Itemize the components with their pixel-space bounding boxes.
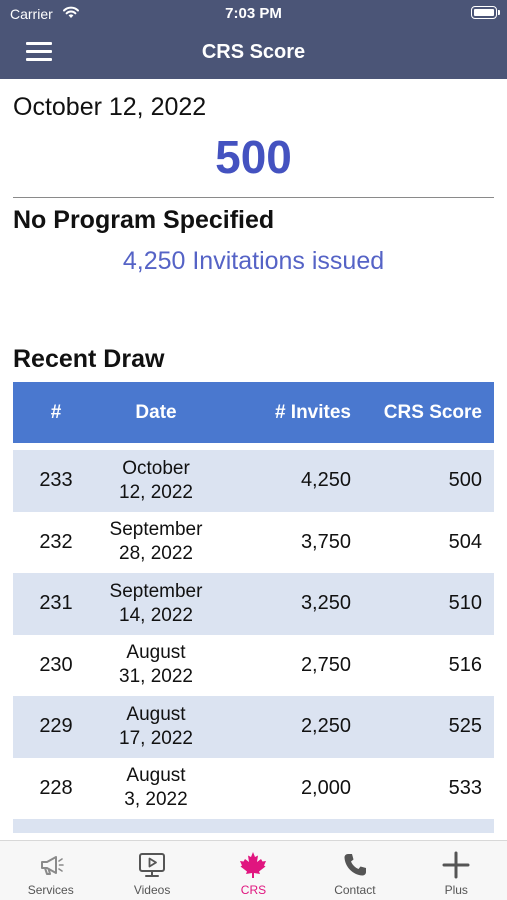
cell-number: 231 xyxy=(39,592,73,615)
plus-icon xyxy=(442,851,470,879)
megaphone-icon xyxy=(40,856,64,875)
tab-services[interactable]: Services xyxy=(0,841,101,900)
cell-invites: 4,250 xyxy=(300,469,351,492)
column-header-crs-score: CRS Score xyxy=(383,401,482,423)
table-row[interactable]: 231 September 14, 2022 3,250 510 xyxy=(13,573,494,635)
maple-leaf-icon xyxy=(240,852,267,878)
program-label: No Program Specified xyxy=(13,206,275,234)
column-header-invites: # Invites xyxy=(274,401,351,423)
cell-crs-score: 504 xyxy=(448,530,482,553)
table-row[interactable]: 230 August 31, 2022 2,750 516 xyxy=(13,635,494,697)
cell-number: 230 xyxy=(39,653,73,676)
cell-date-line1: October xyxy=(122,457,190,479)
table-body: 233 October 12, 2022 4,250 500 232 Septem… xyxy=(13,450,494,833)
tab-plus[interactable]: Plus xyxy=(406,841,507,900)
recent-draw-heading: Recent Draw xyxy=(13,345,165,373)
tab-label: Plus xyxy=(444,883,468,897)
cell-crs-score: 525 xyxy=(448,715,482,738)
tab-label: Services xyxy=(27,883,74,897)
navigation-bar: CRS Score xyxy=(0,28,507,79)
tab-videos[interactable]: Videos xyxy=(101,841,202,900)
page-title: CRS Score xyxy=(201,41,306,63)
cell-invites: 2,250 xyxy=(300,715,351,738)
cell-date-line2: 28, 2022 xyxy=(119,543,193,565)
invitations-issued: 4,250 Invitations issued xyxy=(122,247,385,275)
tab-bar: Services Videos CRS Contact Plus xyxy=(0,840,507,900)
divider xyxy=(13,197,494,198)
cell-date-line1: September xyxy=(109,519,203,541)
table-header: # Date # Invites CRS Score xyxy=(13,382,494,443)
cell-date-line1: August xyxy=(126,703,186,725)
tab-contact[interactable]: Contact xyxy=(304,841,405,900)
latest-crs-score: 500 xyxy=(215,131,292,183)
cell-invites: 3,750 xyxy=(300,530,351,553)
cell-invites: 3,250 xyxy=(300,592,351,615)
table-row-partial xyxy=(13,819,494,833)
recent-draws-table: # Date # Invites CRS Score 233 October 12… xyxy=(13,382,494,833)
cell-date-line2: 31, 2022 xyxy=(119,666,193,688)
cell-date-line2: 14, 2022 xyxy=(119,604,193,626)
cell-date: October 12, 2022 xyxy=(99,450,213,512)
cell-date-line2: 17, 2022 xyxy=(119,727,193,749)
cell-date-line1: August xyxy=(126,642,186,664)
column-header-date: Date xyxy=(135,401,177,423)
cell-crs-score: 516 xyxy=(448,653,482,676)
phone-icon xyxy=(344,854,366,876)
cell-date: August 31, 2022 xyxy=(99,635,213,697)
cell-crs-score: 500 xyxy=(448,469,482,492)
status-time: 7:03 PM xyxy=(225,5,282,22)
cell-number: 229 xyxy=(39,715,73,738)
cell-invites: 2,750 xyxy=(300,653,351,676)
cell-date: September 28, 2022 xyxy=(99,512,213,574)
cell-date: September 14, 2022 xyxy=(99,573,213,635)
table-row[interactable]: 228 August 3, 2022 2,000 533 xyxy=(13,758,494,820)
cell-date: August 3, 2022 xyxy=(99,758,213,820)
tab-label: Contact xyxy=(334,883,376,897)
cell-number: 228 xyxy=(39,776,73,799)
cell-date-line1: September xyxy=(109,580,203,602)
cell-number: 233 xyxy=(39,469,73,492)
cell-crs-score: 533 xyxy=(448,776,482,799)
latest-draw-date: October 12, 2022 xyxy=(13,93,207,121)
table-row[interactable]: 229 August 17, 2022 2,250 525 xyxy=(13,696,494,758)
cell-date-line2: 3, 2022 xyxy=(124,789,188,811)
column-header-number: # xyxy=(50,401,62,423)
tab-label: CRS xyxy=(240,883,267,897)
table-row[interactable]: 232 September 28, 2022 3,750 504 xyxy=(13,512,494,574)
cell-date-line1: August xyxy=(126,765,186,787)
tab-label: Videos xyxy=(133,883,171,897)
cell-number: 232 xyxy=(39,530,73,553)
status-bar: Carrier 7:03 PM xyxy=(0,0,507,28)
video-monitor-icon xyxy=(139,853,166,877)
cell-crs-score: 510 xyxy=(448,592,482,615)
table-row[interactable]: 233 October 12, 2022 4,250 500 xyxy=(13,450,494,512)
cell-invites: 2,000 xyxy=(300,776,351,799)
cell-date: August 17, 2022 xyxy=(99,696,213,758)
battery-icon xyxy=(471,6,500,19)
cell-date-line2: 12, 2022 xyxy=(119,481,193,503)
tab-crs[interactable]: CRS xyxy=(203,841,304,900)
